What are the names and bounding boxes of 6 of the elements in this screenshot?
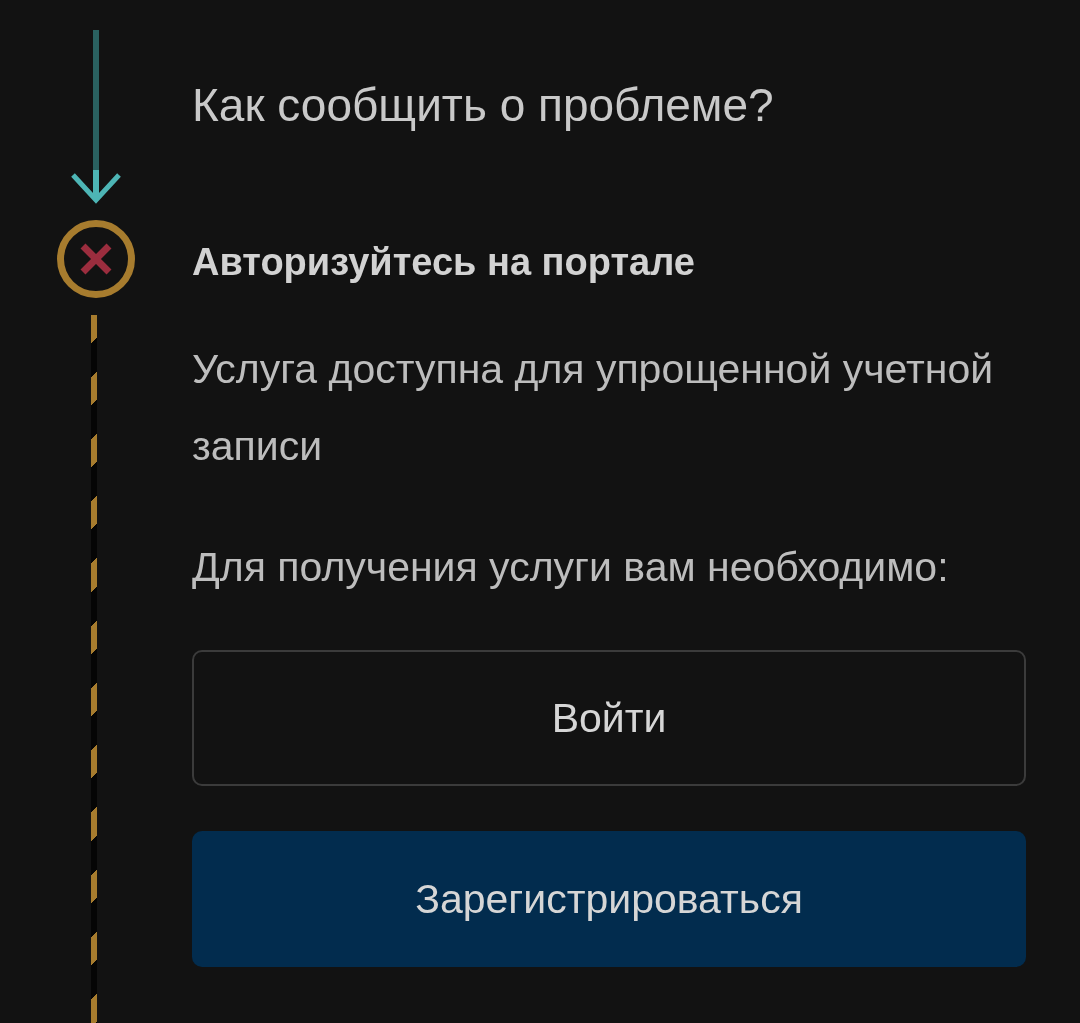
step-description: Услуга доступна для упрощенной учетной записи	[192, 345, 995, 471]
step-prompt: Для получения услуги вам необходимо:	[192, 543, 950, 592]
page-title: Как сообщить о проблеме?	[192, 80, 775, 130]
login-button[interactable]: Войти	[192, 650, 1026, 786]
step-title: Авторизуйтесь на портале	[192, 240, 696, 284]
register-button[interactable]: Зарегистрироваться	[192, 831, 1026, 967]
